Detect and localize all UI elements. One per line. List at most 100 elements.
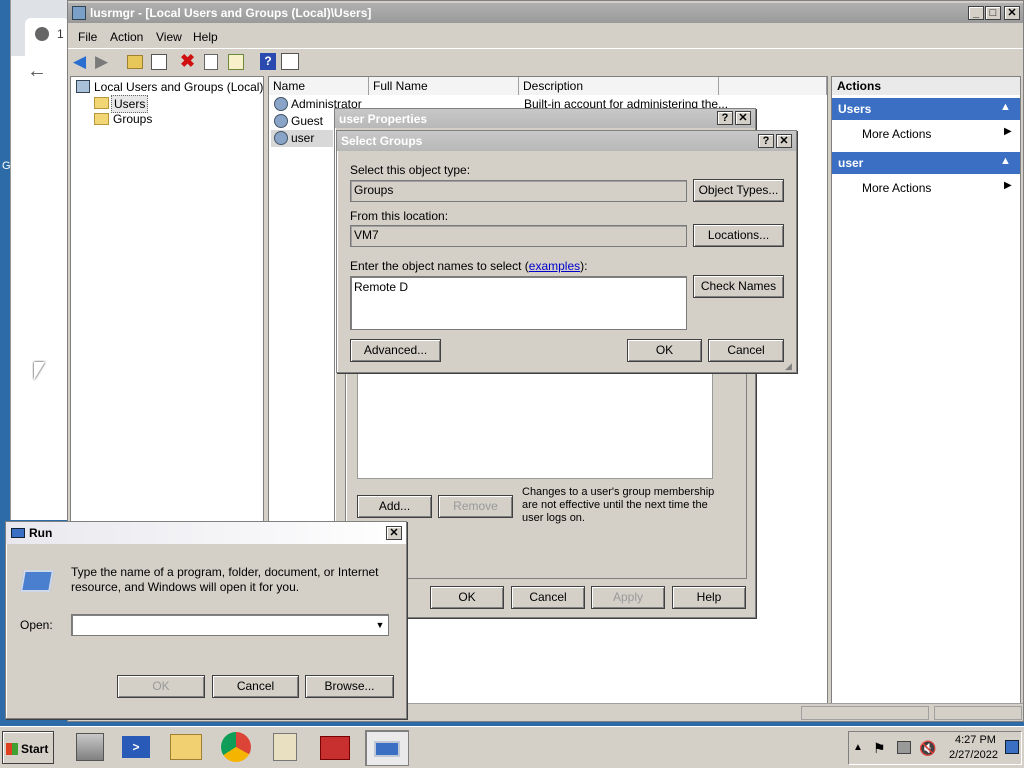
close-button[interactable]: ✕ [386,526,402,540]
menu-view[interactable]: View [156,30,182,44]
taskbar: Start > ▲ ⚑ 🔇 4:27 PM 2/27/2022 [0,726,1024,768]
show-hide-tree-icon[interactable] [151,54,167,70]
column-header-description[interactable]: Description [519,77,719,95]
column-header-full-name[interactable]: Full Name [369,77,519,95]
run-description: Type the name of a program, folder, docu… [71,565,379,594]
object-names-label-suffix: ): [580,259,588,273]
actions-pane: Actions Users ▲ More Actions ▶ user ▲ Mo… [831,76,1021,704]
browser-tab[interactable]: 1 [25,18,69,56]
browser-window-fragment: 1 ← [10,0,69,520]
mouse-cursor-icon [34,362,45,380]
user-properties-title-bar[interactable]: user Properties ? ✕ [335,109,755,128]
close-button[interactable]: ✕ [735,111,751,125]
check-names-button[interactable]: Check Names [693,275,784,298]
tree-item-groups[interactable]: Groups [113,112,152,126]
mmc-title-bar[interactable]: lusrmgr - [Local Users and Groups (Local… [68,3,1023,23]
remove-group-button[interactable]: Remove [438,495,513,518]
cancel-button[interactable]: Cancel [708,339,784,362]
actions-section-user[interactable]: user ▲ [832,152,1020,174]
run-icon [11,528,25,538]
member-of-list[interactable] [357,371,713,479]
collapse-icon[interactable]: ▲ [1000,101,1011,113]
export-list-icon[interactable] [228,54,244,70]
properties-icon[interactable] [204,54,218,70]
globe-icon [35,27,49,41]
collapse-icon[interactable]: ▲ [1000,155,1011,167]
help-button[interactable]: ? [758,134,774,148]
object-types-button[interactable]: Object Types... [693,179,784,202]
object-names-input[interactable]: Remote D [350,276,687,330]
close-button[interactable]: ✕ [776,134,792,148]
run-taskbar-icon [374,741,400,757]
submenu-arrow-icon: ▶ [1004,180,1012,191]
close-button[interactable]: ✕ [1004,6,1020,20]
section-title: user [838,156,864,170]
show-hidden-icons-icon[interactable]: ▲ [853,742,863,753]
forward-icon[interactable]: ▶ [95,52,108,72]
help-icon[interactable]: ? [260,53,276,70]
up-folder-icon[interactable] [127,55,143,69]
run-program-icon [20,570,54,592]
maximize-button[interactable]: □ [985,6,1001,20]
back-arrow-icon[interactable]: ← [27,60,47,83]
volume-muted-icon[interactable]: 🔇 [919,740,936,757]
registry-editor-icon[interactable] [273,733,297,761]
select-groups-dialog: Select Groups ? ✕ Select this object typ… [336,130,797,373]
resize-grip-icon[interactable]: ◢ [785,361,792,372]
actions-section-users[interactable]: Users ▲ [832,98,1020,120]
powershell-icon[interactable]: > [122,736,150,758]
action-center-flag-icon[interactable]: ⚑ [873,740,886,757]
menu-action[interactable]: Action [110,30,143,44]
advanced-button[interactable]: Advanced... [350,339,441,362]
minimize-button[interactable]: _ [968,6,984,20]
examples-link[interactable]: examples [529,259,580,273]
menu-help[interactable]: Help [193,30,218,44]
run-cancel-button[interactable]: Cancel [212,675,299,698]
cancel-button[interactable]: Cancel [511,586,585,609]
column-header-name[interactable]: Name [269,77,369,95]
table-row[interactable]: user [271,130,333,147]
tree-root[interactable]: Local Users and Groups (Local) [94,80,263,94]
start-button[interactable]: Start [2,731,54,764]
object-names-label-prefix: Enter the object names to select ( [350,259,529,273]
more-actions-user[interactable]: More Actions [862,181,931,195]
run-dialog: Run ✕ Type the name of a program, folder… [5,521,407,719]
user-icon [274,97,288,111]
disabled-user-icon [274,114,288,128]
tab-title-fragment: 1 [57,27,64,41]
mmc-title: lusrmgr - [Local Users and Groups (Local… [90,6,372,20]
ok-button[interactable]: OK [627,339,702,362]
locations-button[interactable]: Locations... [693,224,784,247]
ok-button[interactable]: OK [430,586,504,609]
back-icon[interactable]: ◀ [73,52,86,72]
show-desktop-icon[interactable] [1005,740,1019,754]
server-manager-icon[interactable] [76,733,104,761]
chrome-icon[interactable] [221,732,251,762]
tree-item-users[interactable]: Users [111,95,149,113]
clock-time[interactable]: 4:27 PM [955,734,996,746]
taskbar-run-active[interactable] [365,730,409,766]
run-ok-button[interactable]: OK [117,675,205,698]
more-actions-users[interactable]: More Actions [862,127,931,141]
run-title-bar[interactable]: Run ✕ [6,522,406,544]
add-group-button[interactable]: Add... [357,495,432,518]
section-title: Users [838,102,872,116]
toolbox-icon[interactable] [320,736,350,760]
menu-file[interactable]: File [78,30,97,44]
clock-date[interactable]: 2/27/2022 [949,749,998,761]
browse-button[interactable]: Browse... [305,675,394,698]
delete-icon[interactable]: ✖ [180,51,195,72]
explorer-folder-icon[interactable] [170,734,202,760]
dropdown-arrow-icon[interactable]: ▼ [372,616,388,634]
help-button[interactable]: ? [717,111,733,125]
select-groups-title-bar[interactable]: Select Groups ? ✕ [337,131,796,151]
row-name: Guest [291,114,324,128]
open-label: Open: [20,618,53,632]
open-combobox[interactable]: ▼ [71,614,389,636]
location-label: From this location: [350,209,449,223]
apply-button[interactable]: Apply [591,586,665,609]
network-icon[interactable] [897,741,911,754]
help-dialog-button[interactable]: Help [672,586,746,609]
toolbar: ◀ ▶ ✖ ? [68,48,1023,74]
show-action-pane-icon[interactable] [281,53,299,70]
